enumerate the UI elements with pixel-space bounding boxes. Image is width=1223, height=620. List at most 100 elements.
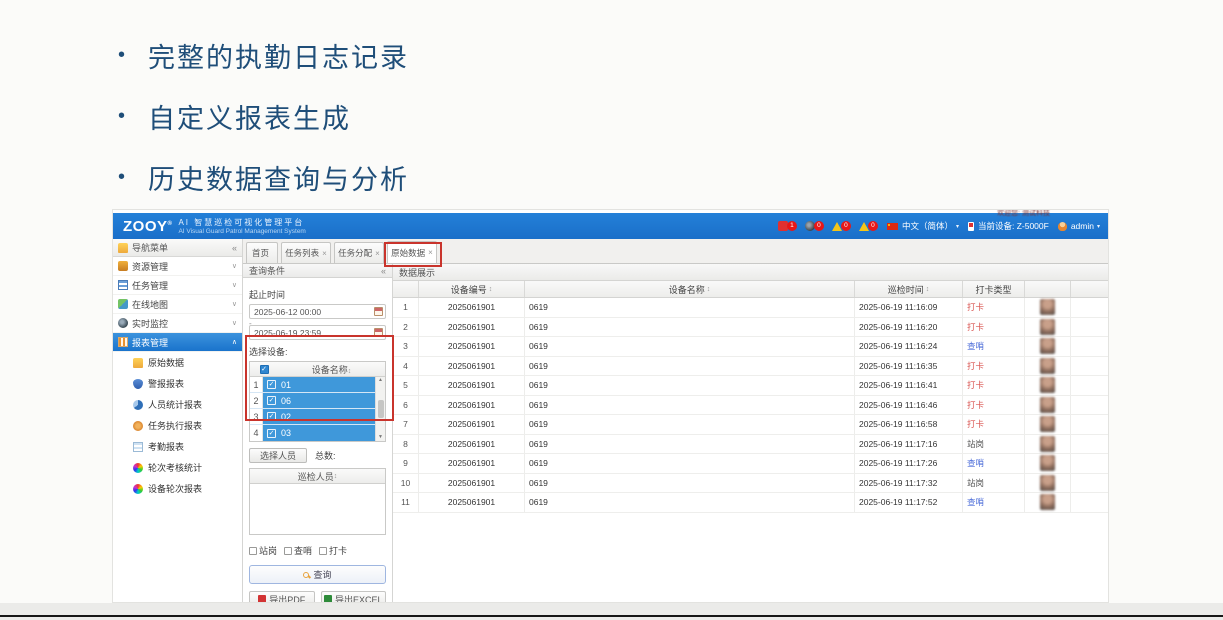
- select-person-button[interactable]: 选择人员: [249, 448, 307, 463]
- device-checkbox[interactable]: ✓: [267, 429, 276, 438]
- search-button[interactable]: 查询: [249, 565, 386, 584]
- sub-item-icon: [133, 484, 143, 494]
- device-name-cell: 0619: [525, 298, 855, 317]
- tab[interactable]: 任务列表 ×: [281, 242, 331, 263]
- tab-close-icon[interactable]: ×: [322, 249, 327, 258]
- sidebar-sub-item[interactable]: 轮次考核统计: [113, 457, 242, 478]
- type-filter-checkbox[interactable]: [284, 547, 292, 555]
- patrol-photo[interactable]: [1040, 455, 1055, 471]
- language-label: 中文（简体）: [902, 220, 953, 232]
- device-no-column-header[interactable]: 设备编号: [419, 281, 525, 297]
- sidebar-sub-item[interactable]: 人员统计报表: [113, 394, 242, 415]
- sidebar-item-icon: [118, 337, 128, 347]
- export-excel-button[interactable]: 导出EXCEL: [321, 591, 387, 603]
- app-screenshot: 欢迎您: 测试科技 ZOOY® AI 智慧巡检可视化管理平台 AI Visual…: [112, 209, 1109, 603]
- patrol-photo[interactable]: [1040, 358, 1055, 374]
- type-badge: 站岗: [967, 438, 984, 450]
- sidebar-sub-item[interactable]: 原始数据: [113, 352, 242, 373]
- patrol-time-cell: 2025-06-19 11:17:26: [855, 454, 963, 473]
- device-name-cell: 0619: [525, 396, 855, 415]
- table-row[interactable]: 5 2025061901 0619 2025-06-19 11:16:41 打卡: [393, 376, 1108, 396]
- type-filter-label: 查哨: [294, 544, 312, 557]
- sidebar-sub-item[interactable]: 任务执行报表: [113, 415, 242, 436]
- patrol-photo[interactable]: [1040, 377, 1055, 393]
- table-row[interactable]: 6 2025061901 0619 2025-06-19 11:16:46 打卡: [393, 396, 1108, 416]
- type-filter[interactable]: 查哨: [284, 544, 312, 557]
- current-device[interactable]: 当前设备: Z-5000F: [968, 220, 1049, 232]
- table-row[interactable]: 10 2025061901 0619 2025-06-19 11:17:32 站…: [393, 474, 1108, 494]
- table-row[interactable]: 3 2025061901 0619 2025-06-19 11:16:24 查哨: [393, 337, 1108, 357]
- patrol-photo[interactable]: [1040, 319, 1055, 335]
- person-table: 巡检人员: [249, 468, 386, 535]
- type-column-header[interactable]: 打卡类型: [963, 281, 1025, 297]
- sidebar-item-label: 实时监控: [132, 317, 228, 330]
- calendar-icon[interactable]: [374, 307, 383, 316]
- alert-badge[interactable]: 1: [778, 221, 797, 231]
- language-selector[interactable]: 中文（简体） ▾: [887, 220, 959, 232]
- collapse-sidebar-icon[interactable]: «: [232, 243, 237, 253]
- alert-badge[interactable]: 0: [805, 221, 824, 231]
- scroll-down-icon[interactable]: ▼: [378, 435, 383, 440]
- alert-badges: 1 0 0: [778, 221, 878, 231]
- patrol-time-cell: 2025-06-19 11:16:58: [855, 415, 963, 434]
- tab[interactable]: 任务分配 ×: [334, 242, 384, 263]
- row-number: 7: [393, 415, 419, 434]
- chevron-down-icon: ▾: [956, 223, 959, 230]
- type-filter-label: 打卡: [329, 544, 347, 557]
- type-filter[interactable]: 站岗: [249, 544, 277, 557]
- bullet-text: 完整的执勤日志记录: [148, 36, 409, 75]
- bullet-list: • 完整的执勤日志记录 • 自定义报表生成 • 历史数据查询与分析: [118, 36, 409, 219]
- sidebar-item[interactable]: 在线地图 ∨: [113, 295, 242, 314]
- bullet-dot: •: [118, 105, 148, 128]
- sidebar-item[interactable]: 实时监控 ∨: [113, 314, 242, 333]
- patrol-photo[interactable]: [1040, 338, 1055, 354]
- device-name-column-header[interactable]: 设备名称: [525, 281, 855, 297]
- patrol-time-cell: 2025-06-19 11:16:09: [855, 298, 963, 317]
- chevron-icon: ∨: [232, 300, 237, 308]
- sidebar-item[interactable]: 任务管理 ∨: [113, 276, 242, 295]
- presentation-slide: • 完整的执勤日志记录 • 自定义报表生成 • 历史数据查询与分析 欢迎您: 测…: [0, 0, 1223, 620]
- sidebar-sub-item[interactable]: 设备轮次报表: [113, 478, 242, 499]
- patrol-time-column-header[interactable]: 巡检时间: [855, 281, 963, 297]
- query-panel-body: 起止时间 2025-06-12 00:00 - 2025-06-19 23:59…: [243, 278, 392, 603]
- tab-close-icon[interactable]: ×: [375, 249, 380, 258]
- person-column-header[interactable]: 巡检人员: [250, 469, 385, 484]
- collapse-panel-icon[interactable]: «: [381, 266, 386, 276]
- alert-count: 0: [868, 221, 878, 231]
- patrol-photo[interactable]: [1040, 475, 1055, 491]
- table-row[interactable]: 11 2025061901 0619 2025-06-19 11:17:52 查…: [393, 493, 1108, 513]
- table-row[interactable]: 7 2025061901 0619 2025-06-19 11:16:58 打卡: [393, 415, 1108, 435]
- export-pdf-button[interactable]: 导出PDF: [249, 591, 315, 603]
- patrol-photo[interactable]: [1040, 416, 1055, 432]
- patrol-photo[interactable]: [1040, 397, 1055, 413]
- user-menu[interactable]: admin ▾: [1058, 221, 1100, 231]
- table-row[interactable]: 2 2025061901 0619 2025-06-19 11:16:20 打卡: [393, 318, 1108, 338]
- sub-item-label: 轮次考核统计: [148, 461, 202, 474]
- patrol-data-table: 设备编号 设备名称 巡检时间 打卡类型: [393, 281, 1108, 602]
- device-row[interactable]: 4 ✓ 03: [250, 425, 385, 441]
- table-row[interactable]: 1 2025061901 0619 2025-06-19 11:16:09 打卡: [393, 298, 1108, 318]
- alert-badge[interactable]: 0: [859, 221, 878, 231]
- patrol-photo[interactable]: [1040, 436, 1055, 452]
- table-row[interactable]: 8 2025061901 0619 2025-06-19 11:17:16 站岗: [393, 435, 1108, 455]
- patrol-photo[interactable]: [1040, 299, 1055, 315]
- time-range-label: 起止时间: [249, 288, 386, 301]
- app-title-cn: AI 智慧巡检可视化管理平台: [178, 217, 305, 228]
- sidebar-sub-item[interactable]: 警报报表: [113, 373, 242, 394]
- bullet-item: • 完整的执勤日志记录: [118, 36, 409, 75]
- tab[interactable]: 首页: [246, 242, 278, 263]
- table-row[interactable]: 9 2025061901 0619 2025-06-19 11:17:26 查哨: [393, 454, 1108, 474]
- patrol-time-cell: 2025-06-19 11:16:41: [855, 376, 963, 395]
- start-time-input[interactable]: 2025-06-12 00:00: [249, 304, 386, 319]
- type-filter-checkbox[interactable]: [249, 547, 257, 555]
- sidebar-title: 导航菜单: [132, 241, 168, 254]
- pdf-icon: [258, 595, 266, 604]
- table-row[interactable]: 4 2025061901 0619 2025-06-19 11:16:35 打卡: [393, 357, 1108, 377]
- alert-badge[interactable]: 0: [832, 221, 851, 231]
- type-filter-checkbox[interactable]: [319, 547, 327, 555]
- patrol-photo[interactable]: [1040, 494, 1055, 510]
- sidebar-sub-item[interactable]: 考勤报表: [113, 436, 242, 457]
- sidebar-item[interactable]: 报表管理 ∧: [113, 333, 242, 352]
- type-filter[interactable]: 打卡: [319, 544, 347, 557]
- sidebar-item[interactable]: 资源管理 ∨: [113, 257, 242, 276]
